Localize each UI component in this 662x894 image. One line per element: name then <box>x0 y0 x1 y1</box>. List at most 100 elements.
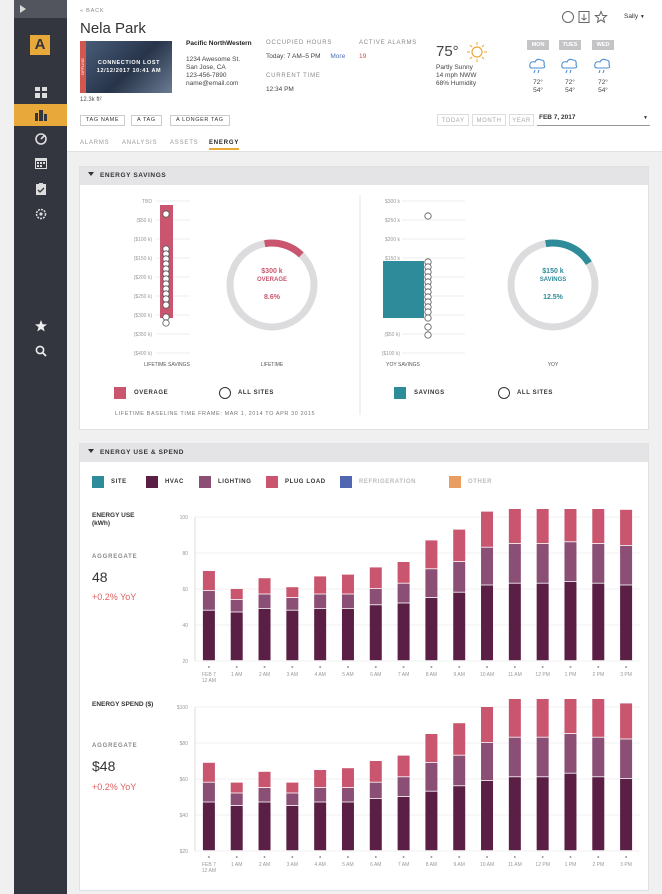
bar-segment-lighting[interactable] <box>258 788 271 802</box>
collapse-toggle[interactable] <box>14 0 67 18</box>
legend-label[interactable]: LIGHTING <box>218 479 251 485</box>
nav-settings[interactable] <box>14 203 67 225</box>
legend-swatch-plug-load[interactable] <box>266 476 278 488</box>
bar-segment-hvac[interactable] <box>508 583 521 661</box>
bar-segment-hvac[interactable] <box>258 608 271 661</box>
legend-swatch-refrigeration[interactable] <box>340 476 352 488</box>
circle-icon[interactable] <box>562 11 574 23</box>
user-menu[interactable]: Sally ▼ <box>624 13 645 20</box>
bar-segment-hvac[interactable] <box>481 585 494 661</box>
bar-segment-lighting[interactable] <box>230 599 243 612</box>
bar-segment-plug-load[interactable] <box>453 723 466 755</box>
bar-segment-hvac[interactable] <box>453 786 466 851</box>
bar-segment-hvac[interactable] <box>536 583 549 661</box>
bar-segment-hvac[interactable] <box>564 773 577 851</box>
bar-segment-hvac[interactable] <box>397 603 410 661</box>
bar-segment-hvac[interactable] <box>397 797 410 851</box>
site-dot[interactable] <box>424 314 432 322</box>
bar-segment-plug-load[interactable] <box>536 699 549 737</box>
bar-segment-lighting[interactable] <box>620 545 633 585</box>
bar-segment-plug-load[interactable] <box>397 562 410 583</box>
bar-segment-lighting[interactable] <box>481 547 494 585</box>
bar-segment-plug-load[interactable] <box>314 770 327 788</box>
bar-segment-plug-load[interactable] <box>369 567 382 589</box>
bar-segment-plug-load[interactable] <box>230 782 243 793</box>
bar-segment-hvac[interactable] <box>314 802 327 851</box>
bar-segment-plug-load[interactable] <box>564 699 577 734</box>
bar-segment-lighting[interactable] <box>230 793 243 806</box>
bar-segment-plug-load[interactable] <box>508 699 521 737</box>
bar-segment-lighting[interactable] <box>202 590 215 610</box>
site-dot[interactable] <box>162 210 170 218</box>
bar-segment-plug-load[interactable] <box>453 529 466 562</box>
bar-segment-hvac[interactable] <box>592 583 605 661</box>
bar-segment-lighting[interactable] <box>536 737 549 777</box>
tab-assets[interactable]: ASSETS <box>170 140 198 146</box>
bar-segment-plug-load[interactable] <box>314 576 327 594</box>
bar-segment-hvac[interactable] <box>286 806 299 851</box>
bar-segment-plug-load[interactable] <box>202 571 215 590</box>
bar-segment-lighting[interactable] <box>286 793 299 806</box>
nav-favorites[interactable] <box>14 315 67 337</box>
bar-segment-hvac[interactable] <box>369 605 382 661</box>
site-dot[interactable] <box>424 308 432 316</box>
all-sites-toggle[interactable] <box>219 387 231 399</box>
bar-segment-plug-load[interactable] <box>286 587 299 598</box>
bar-segment-hvac[interactable] <box>453 592 466 661</box>
date-picker[interactable]: FEB 7, 2017 ▼ <box>537 112 650 126</box>
bar-segment-plug-load[interactable] <box>564 509 577 542</box>
bar-segment-plug-load[interactable] <box>481 511 494 547</box>
bar-segment-plug-load[interactable] <box>481 707 494 743</box>
bar-segment-lighting[interactable] <box>397 583 410 603</box>
bar-segment-lighting[interactable] <box>314 594 327 608</box>
bar-segment-lighting[interactable] <box>508 544 521 583</box>
legend-label[interactable]: OTHER <box>468 479 492 485</box>
bar-segment-lighting[interactable] <box>592 544 605 583</box>
bar-segment-hvac[interactable] <box>341 608 354 661</box>
nav-calendar[interactable] <box>14 152 67 174</box>
site-dot[interactable] <box>424 323 432 331</box>
bar-segment-hvac[interactable] <box>369 798 382 851</box>
bar-segment-lighting[interactable] <box>202 782 215 802</box>
tag-chip[interactable]: TAG NAME <box>80 115 126 126</box>
all-sites-toggle[interactable] <box>498 387 510 399</box>
range-today[interactable]: TODAY <box>437 114 469 126</box>
bar-segment-lighting[interactable] <box>564 542 577 581</box>
bar-segment-hvac[interactable] <box>202 802 215 851</box>
bar-segment-plug-load[interactable] <box>397 755 410 777</box>
bar-segment-plug-load[interactable] <box>536 509 549 544</box>
bar-segment-lighting[interactable] <box>508 737 521 777</box>
bar-segment-lighting[interactable] <box>453 562 466 592</box>
bar-segment-plug-load[interactable] <box>620 509 633 545</box>
bar-segment-hvac[interactable] <box>202 610 215 661</box>
bar-segment-plug-load[interactable] <box>258 578 271 594</box>
legend-swatch-lighting[interactable] <box>199 476 211 488</box>
bar-segment-plug-load[interactable] <box>425 734 438 762</box>
range-month[interactable]: MONTH <box>472 114 506 126</box>
legend-swatch-hvac[interactable] <box>146 476 158 488</box>
bar-segment-hvac[interactable] <box>314 608 327 661</box>
bar-segment-lighting[interactable] <box>536 544 549 583</box>
bar-segment-plug-load[interactable] <box>369 761 382 782</box>
more-link[interactable]: More <box>330 53 345 60</box>
panel-header[interactable]: ENERGY SAVINGS <box>80 167 648 185</box>
bar-segment-plug-load[interactable] <box>341 574 354 594</box>
bar-segment-lighting[interactable] <box>258 594 271 608</box>
tag-chip[interactable]: A TAG <box>131 115 162 126</box>
bar-segment-hvac[interactable] <box>425 791 438 851</box>
nav-buildings[interactable] <box>14 104 67 126</box>
bar-segment-plug-load[interactable] <box>258 771 271 788</box>
bar-segment-hvac[interactable] <box>230 806 243 851</box>
bar-segment-lighting[interactable] <box>620 739 633 779</box>
panel-header[interactable]: ENERGY USE & SPEND <box>80 444 648 462</box>
bar-segment-hvac[interactable] <box>536 777 549 851</box>
tag-chip[interactable]: A LONGER TAG <box>170 115 230 126</box>
site-dot[interactable] <box>162 301 170 309</box>
legend-label[interactable]: REFRIGERATION <box>359 479 416 485</box>
bar-segment-lighting[interactable] <box>425 569 438 598</box>
site-dot[interactable] <box>162 313 170 321</box>
bar-segment-lighting[interactable] <box>369 782 382 798</box>
bar-segment-hvac[interactable] <box>620 585 633 661</box>
bar-segment-plug-load[interactable] <box>230 589 243 599</box>
site-dot[interactable] <box>424 331 432 339</box>
